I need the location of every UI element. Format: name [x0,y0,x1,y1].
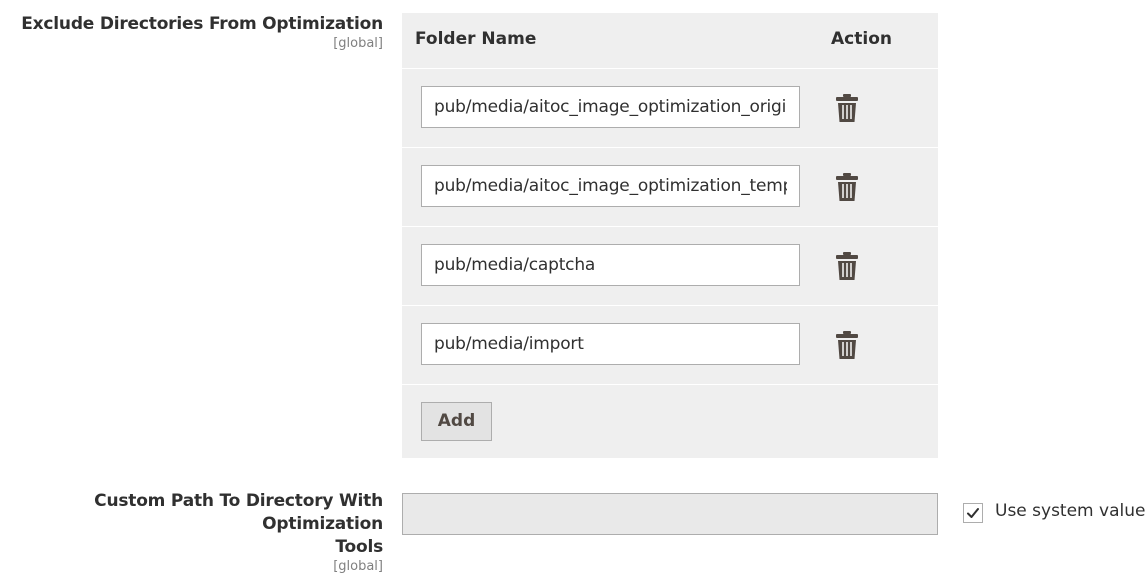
table-row [402,227,938,306]
use-system-value-label[interactable]: Use system value [995,501,1145,521]
trash-icon[interactable] [835,173,859,201]
column-header-folder-name: Folder Name [415,29,537,49]
custom-path-label-block: Custom Path To Directory With Optimizati… [0,490,383,575]
custom-path-label-line2: Tools [335,537,383,557]
folder-name-input[interactable] [421,165,800,207]
custom-path-label-line1: Custom Path To Directory With Optimizati… [94,491,383,534]
folder-name-input[interactable] [421,86,800,128]
grid-header: Folder Name Action [402,13,938,69]
trash-icon[interactable] [835,331,859,359]
exclude-directories-label: Exclude Directories From Optimization [21,14,383,34]
folder-name-input[interactable] [421,323,800,365]
trash-icon[interactable] [835,252,859,280]
add-button[interactable]: Add [421,402,492,441]
checkmark-icon [967,508,979,518]
table-row [402,306,938,385]
custom-path-input[interactable] [402,493,938,535]
column-header-action: Action [831,29,892,49]
trash-icon[interactable] [835,94,859,122]
table-row [402,69,938,148]
folder-name-input[interactable] [421,244,800,286]
use-system-value-checkbox[interactable] [963,503,983,523]
custom-path-scope: [global] [333,559,383,574]
exclude-directories-scope: [global] [333,36,383,51]
exclude-directories-label-block: Exclude Directories From Optimization [g… [0,13,383,52]
exclude-directories-grid: Folder Name Action pub/media/aitoc_image… [402,13,938,458]
table-row [402,148,938,227]
